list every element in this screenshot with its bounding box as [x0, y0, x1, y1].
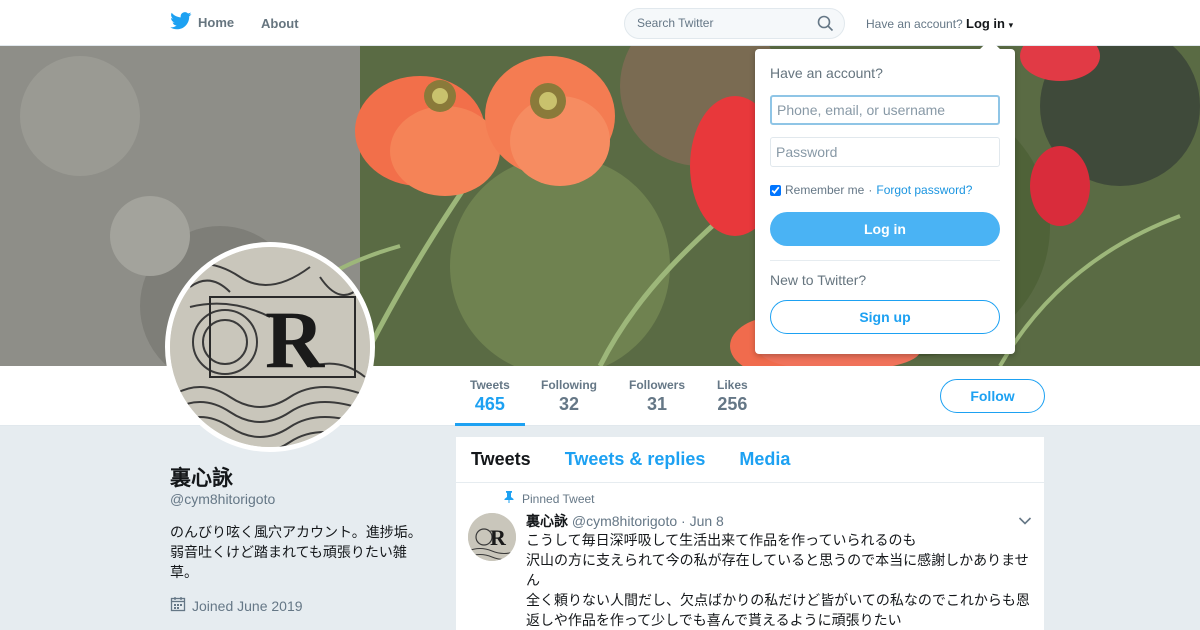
- stat-value: 256: [717, 394, 748, 414]
- nav-home-label: Home: [198, 15, 235, 30]
- dropdown-title: Have an account?: [770, 65, 883, 81]
- signup-button[interactable]: Sign up: [770, 300, 1000, 334]
- new-to-twitter-text: New to Twitter?: [770, 272, 867, 288]
- remember-checkbox[interactable]: [770, 184, 781, 196]
- tab-tweets-replies[interactable]: Tweets & replies: [565, 449, 706, 470]
- profile-bio: のんびり呟く風穴アカウント。進捗垢。弱音吐くけど踏まれても頑張りたい雑草。: [170, 524, 422, 580]
- stat-value: 31: [646, 394, 668, 414]
- stat-label: Likes: [717, 378, 748, 392]
- stat-label: Following: [541, 378, 597, 392]
- stat-label: Tweets: [470, 378, 510, 392]
- stat-likes[interactable]: Likes 256: [717, 378, 748, 415]
- login-toggle-label: Log in: [966, 16, 1005, 31]
- pinned-label: Pinned Tweet: [522, 491, 595, 506]
- stat-label: Followers: [629, 378, 686, 392]
- tweet-author-name[interactable]: 裏心詠: [526, 513, 568, 529]
- timeline-tabs: Tweets Tweets & replies Media: [456, 437, 1044, 483]
- profile-handle[interactable]: @cym8hitorigoto: [170, 491, 275, 507]
- tweet-date[interactable]: · Jun 8: [681, 513, 724, 529]
- forgot-password-link[interactable]: Forgot password?: [876, 183, 972, 197]
- tweet-line: 返しや作品を作って少しでも喜んで貰えるように頑張りたい: [526, 612, 902, 628]
- tweet-line: 全く頼りない人間だし、欠点ばかりの私だけど皆がいての私なのでこれからも恩: [526, 592, 1030, 608]
- pinned-indicator: Pinned Tweet: [504, 491, 595, 506]
- login-dropdown-toggle[interactable]: Log in ▾: [966, 16, 1013, 31]
- svg-text:R: R: [265, 294, 325, 385]
- stat-followers[interactable]: Followers 31: [629, 378, 685, 415]
- profile-joined: Joined June 2019: [170, 596, 303, 615]
- stat-following[interactable]: Following 32: [541, 378, 597, 415]
- follow-button[interactable]: Follow: [940, 379, 1045, 413]
- calendar-icon: [170, 596, 186, 615]
- tweet-menu-chevron-down-icon[interactable]: [1018, 513, 1032, 531]
- stat-value: 465: [474, 394, 505, 414]
- top-navbar: Home About Have an account? Log in ▾: [0, 0, 1200, 46]
- divider: [770, 260, 1000, 261]
- username-field[interactable]: [770, 95, 1000, 125]
- tweet-author-handle[interactable]: @cym8hitorigoto: [572, 513, 677, 529]
- profile-avatar[interactable]: R: [165, 242, 375, 452]
- remember-label: Remember me: [785, 183, 865, 197]
- stat-tweets[interactable]: Tweets 465: [455, 378, 525, 426]
- twitter-bird-icon: [170, 12, 192, 33]
- caret-down-icon: ▾: [1008, 20, 1014, 30]
- profile-name[interactable]: 裏心詠: [170, 462, 233, 492]
- tweet-header: 裏心詠 @cym8hitorigoto · Jun 8: [526, 511, 724, 531]
- stat-value: 32: [558, 394, 580, 414]
- tweet-line: こうして毎日深呼吸して生活出来て作品を作っていられるのも: [526, 532, 917, 548]
- login-button[interactable]: Log in: [770, 212, 1000, 246]
- search-box: [624, 8, 845, 39]
- svg-text:R: R: [490, 525, 507, 550]
- tweet-text: こうして毎日深呼吸して生活出来て作品を作っていられるのも 沢山の方に支えられて今…: [526, 530, 1036, 630]
- remember-row: Remember me · Forgot password?: [770, 183, 972, 197]
- timeline: Tweets Tweets & replies Media Pinned Twe…: [456, 437, 1044, 630]
- nav-home-link[interactable]: Home: [170, 12, 234, 33]
- tweet-item[interactable]: Pinned Tweet R 裏心詠 @cym8hitorigoto · Jun…: [456, 483, 1044, 630]
- nav-about-link[interactable]: About: [261, 16, 299, 31]
- pin-icon: [504, 491, 514, 506]
- tab-media[interactable]: Media: [739, 449, 790, 470]
- separator-dot: ·: [868, 183, 873, 197]
- tab-tweets[interactable]: Tweets: [471, 449, 531, 470]
- login-dropdown: Have an account? Remember me · Forgot pa…: [755, 39, 1015, 354]
- tweet-line: 沢山の方に支えられて今の私が存在していると思うので本当に感謝しかありませ: [526, 552, 1029, 568]
- have-account-text: Have an account?: [866, 17, 963, 31]
- search-icon[interactable]: [817, 15, 834, 37]
- joined-text: Joined June 2019: [192, 597, 303, 614]
- search-input[interactable]: [637, 16, 807, 30]
- password-field[interactable]: [770, 137, 1000, 167]
- tweet-avatar[interactable]: R: [468, 513, 516, 561]
- tweet-line: ん: [526, 572, 540, 588]
